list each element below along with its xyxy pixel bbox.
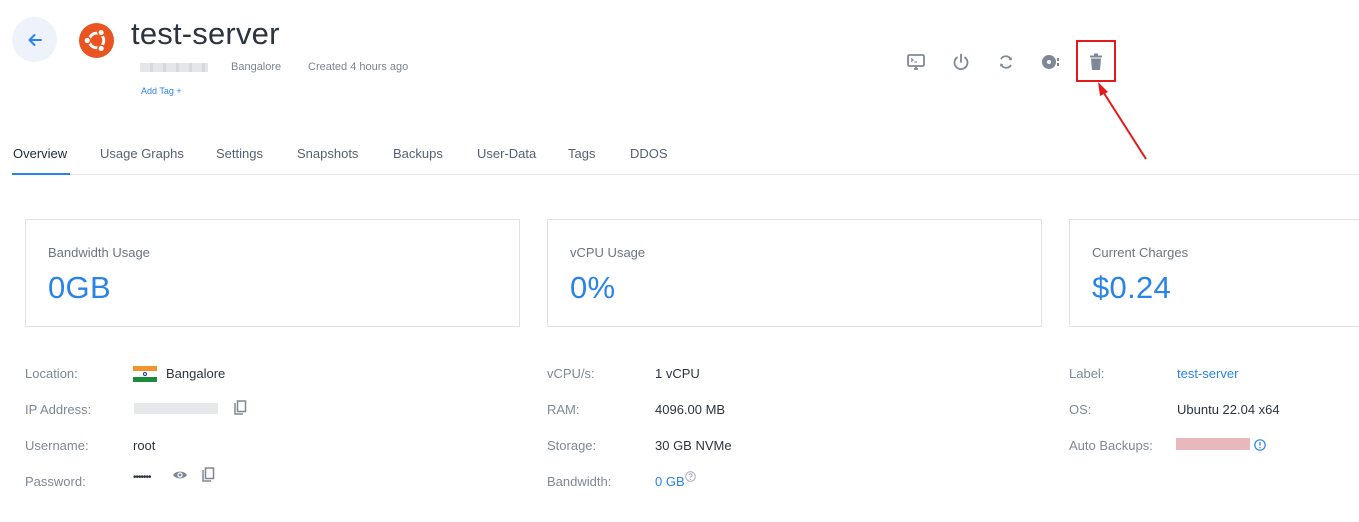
redacted-ip bbox=[140, 63, 208, 72]
card-value: 0% bbox=[570, 270, 616, 305]
password-value: ••••••• bbox=[133, 472, 151, 483]
ram-value: 4096.00 MB bbox=[655, 402, 726, 417]
copy-icon bbox=[234, 400, 247, 415]
auto-backups-label: Auto Backups: bbox=[1069, 438, 1153, 453]
ip-address-label: IP Address: bbox=[25, 402, 92, 417]
bandwidth-help-button[interactable] bbox=[685, 471, 696, 482]
card-value: 0GB bbox=[48, 270, 111, 305]
disk-button[interactable] bbox=[1038, 50, 1062, 74]
power-icon bbox=[953, 53, 969, 71]
storage-label: Storage: bbox=[547, 438, 597, 453]
vcpu-label: vCPU/s: bbox=[547, 366, 595, 381]
back-button[interactable] bbox=[12, 17, 57, 62]
restart-icon bbox=[1000, 55, 1012, 69]
vcpu-usage-card: vCPU Usage 0% bbox=[547, 219, 1042, 327]
eye-icon bbox=[172, 471, 187, 479]
ubuntu-logo-icon bbox=[79, 23, 114, 58]
india-flag-icon bbox=[133, 366, 157, 382]
card-label: Bandwidth Usage bbox=[48, 245, 150, 260]
username-value: root bbox=[133, 438, 156, 453]
info-icon bbox=[1253, 438, 1266, 451]
tab-backups[interactable]: Backups bbox=[393, 146, 443, 161]
arrow-left-icon bbox=[28, 33, 42, 46]
auto-backups-info-button[interactable] bbox=[1253, 438, 1266, 451]
current-charges-card: Current Charges $0.24 bbox=[1069, 219, 1359, 327]
tab-tags[interactable]: Tags bbox=[568, 146, 595, 161]
card-label: vCPU Usage bbox=[570, 245, 646, 260]
os-value: Ubuntu 22.04 x64 bbox=[1177, 402, 1280, 417]
tab-settings[interactable]: Settings bbox=[216, 146, 263, 161]
tab-usage-graphs[interactable]: Usage Graphs bbox=[100, 146, 184, 161]
copy-ip-button[interactable] bbox=[232, 399, 248, 417]
tab-overview[interactable]: Overview bbox=[13, 146, 67, 161]
restart-button[interactable] bbox=[994, 50, 1018, 74]
password-label: Password: bbox=[25, 474, 86, 489]
bandwidth-label: Bandwidth: bbox=[547, 474, 612, 489]
add-tag-link[interactable]: Add Tag + bbox=[141, 86, 182, 96]
username-label: Username: bbox=[25, 438, 89, 453]
redacted-backups-value bbox=[1176, 438, 1250, 450]
power-button[interactable] bbox=[949, 50, 973, 74]
os-label: OS: bbox=[1069, 402, 1092, 417]
tab-snapshots[interactable]: Snapshots bbox=[297, 146, 358, 161]
created-time: Created 4 hours ago bbox=[308, 61, 409, 73]
bandwidth-usage-card: Bandwidth Usage 0GB bbox=[25, 219, 520, 327]
console-button[interactable] bbox=[904, 50, 928, 74]
console-icon bbox=[907, 54, 925, 70]
tab-bar: Overview Usage Graphs Settings Snapshots… bbox=[12, 143, 1359, 175]
question-icon bbox=[685, 471, 696, 482]
server-label-link[interactable]: test-server bbox=[1177, 366, 1238, 381]
redacted-ip-address bbox=[134, 403, 218, 414]
location-label: Location: bbox=[25, 366, 78, 381]
show-password-button[interactable] bbox=[171, 468, 188, 482]
ram-label: RAM: bbox=[547, 402, 580, 417]
server-label-label: Label: bbox=[1069, 366, 1105, 381]
trash-highlight-box bbox=[1076, 40, 1116, 82]
tab-ddos[interactable]: DDOS bbox=[630, 146, 668, 161]
copy-icon bbox=[202, 467, 215, 482]
storage-value: 30 GB NVMe bbox=[655, 438, 732, 453]
server-title: test-server bbox=[131, 16, 280, 51]
card-label: Current Charges bbox=[1092, 245, 1189, 260]
location-value: Bangalore bbox=[166, 366, 226, 381]
active-tab-indicator bbox=[12, 173, 70, 175]
vcpu-value: 1 vCPU bbox=[655, 366, 700, 381]
server-location: Bangalore bbox=[231, 61, 282, 73]
tab-user-data[interactable]: User-Data bbox=[477, 146, 536, 161]
copy-password-button[interactable] bbox=[200, 466, 216, 484]
bandwidth-value-link[interactable]: 0 GB bbox=[655, 474, 685, 489]
card-value: $0.24 bbox=[1092, 270, 1172, 305]
disk-icon bbox=[1042, 55, 1059, 69]
